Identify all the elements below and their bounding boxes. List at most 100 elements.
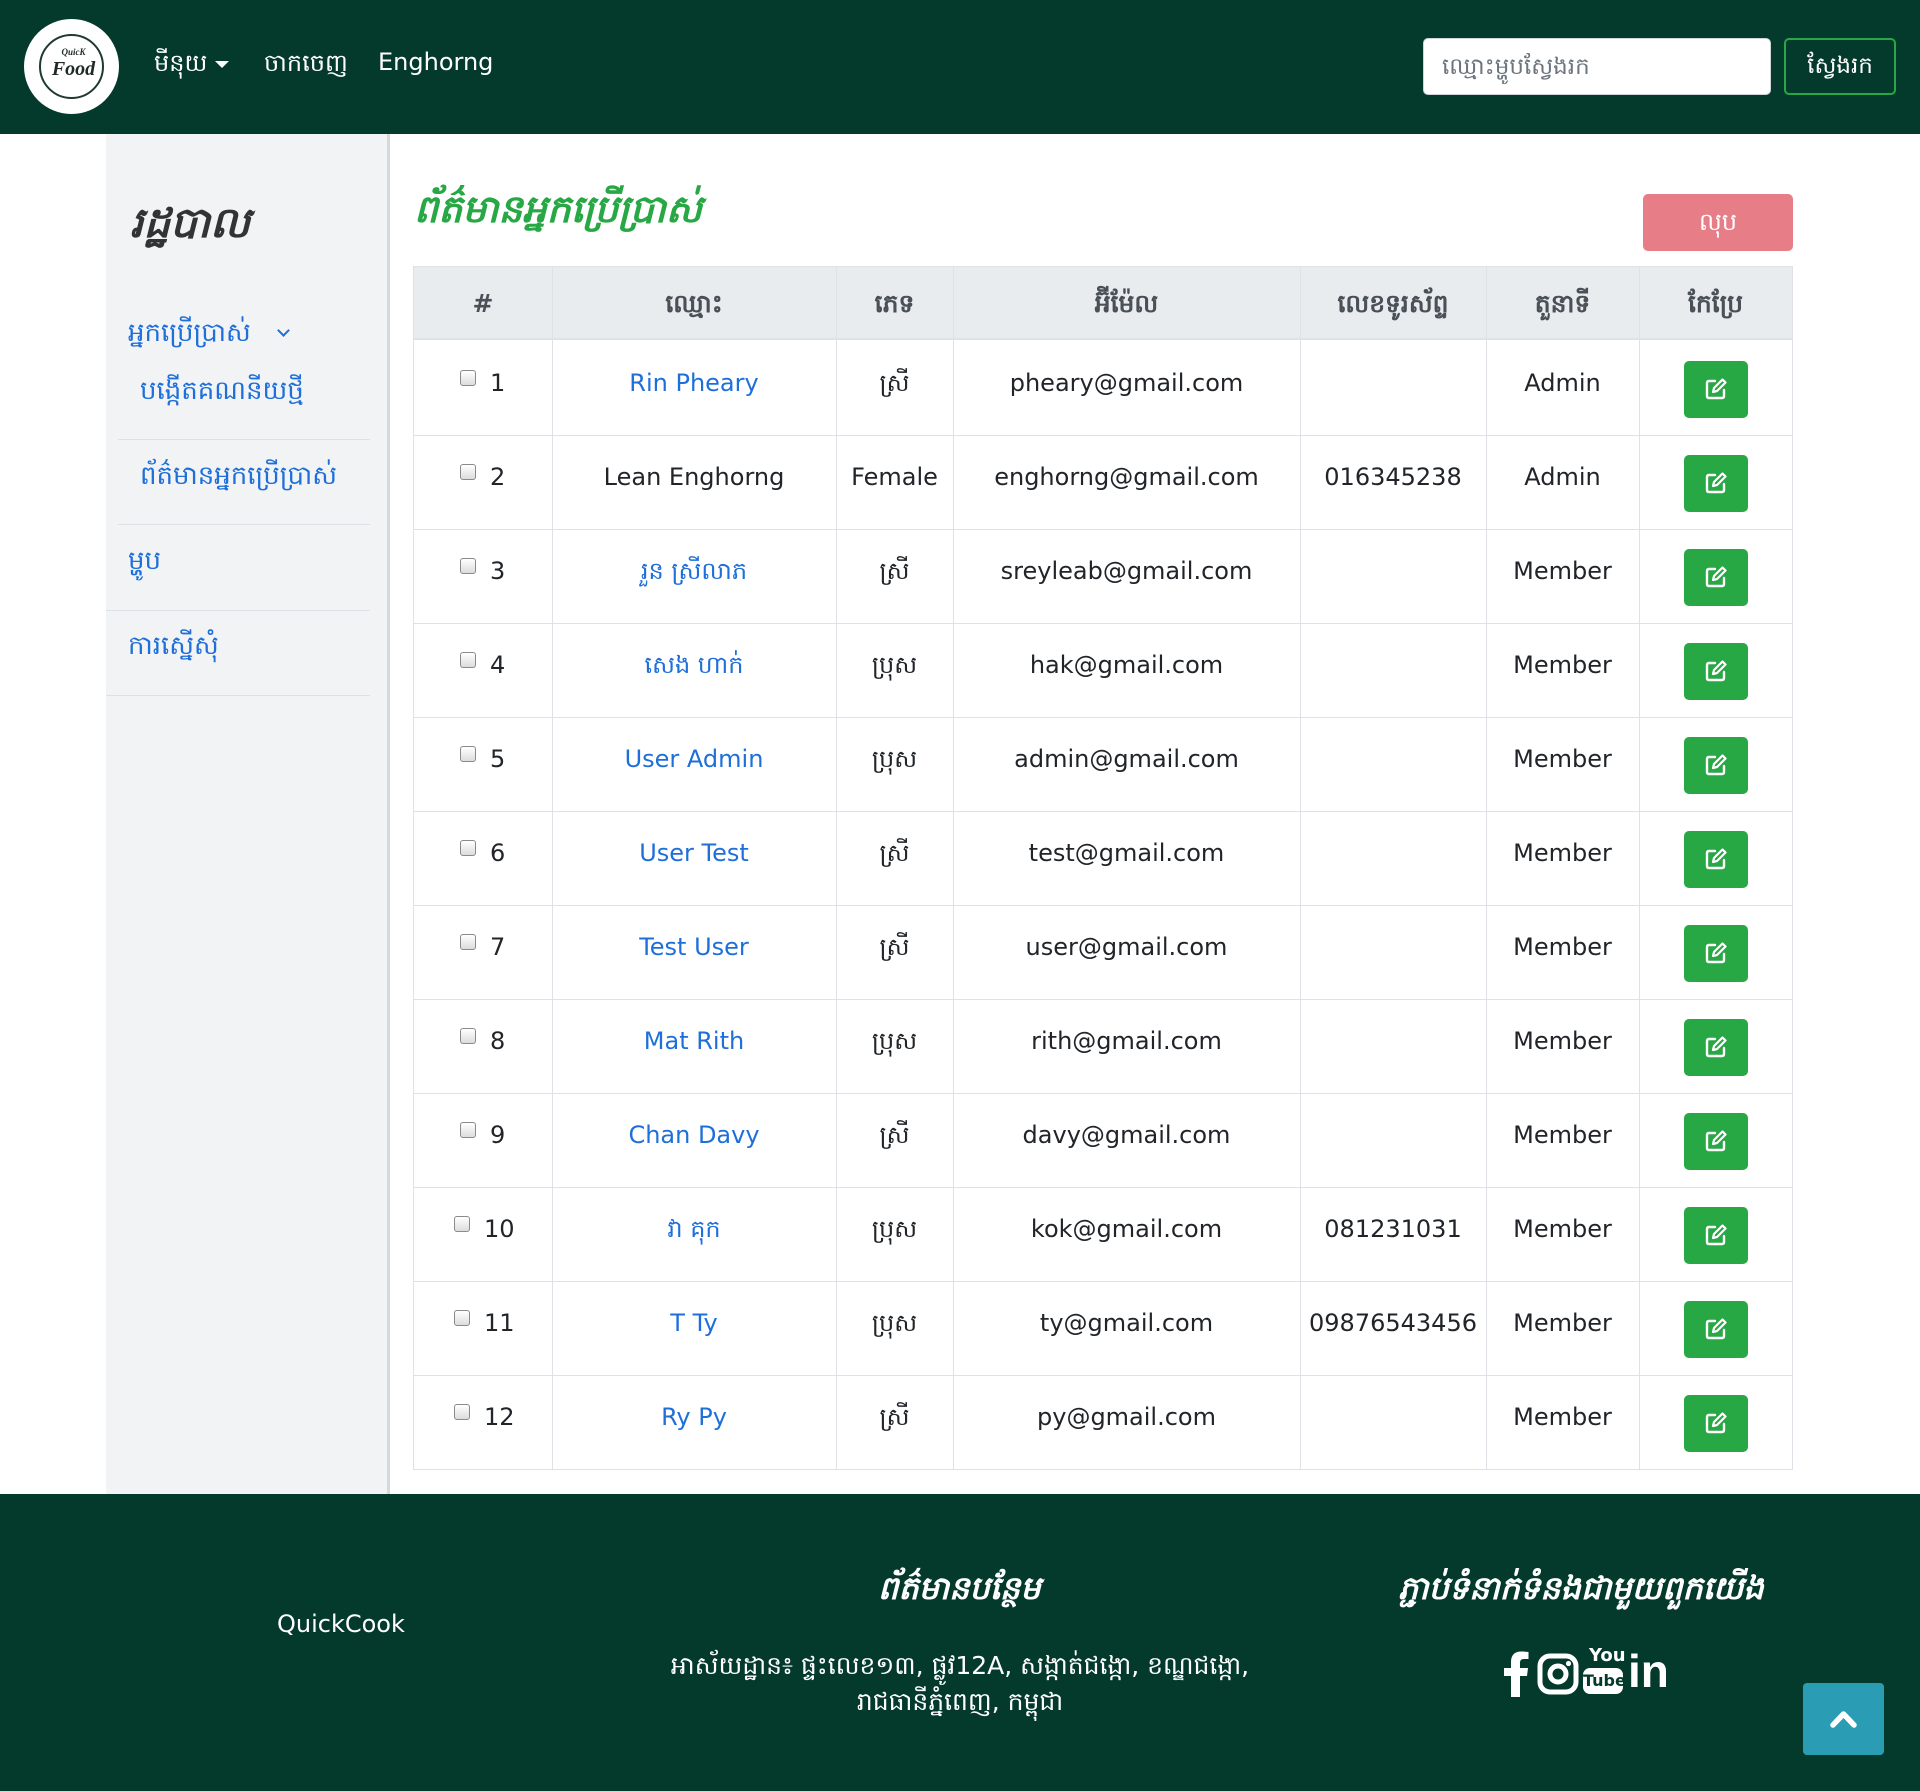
sidebar-title: រដ្ឋបាល (130, 198, 250, 247)
footer-brand[interactable]: QuickCook (277, 1610, 405, 1638)
row-number: 6 (490, 839, 506, 867)
cell-role: Member (1513, 933, 1612, 961)
page-title: ព័ត៌មានអ្នកប្រើប្រាស់ (414, 186, 702, 231)
edit-button[interactable] (1684, 1395, 1748, 1452)
footer: QuickCook ព័ត៌មានបន្ថែម អាស័យដ្ឋាន៖ ផ្ទះ… (0, 1494, 1920, 1791)
row-checkbox[interactable] (454, 1404, 470, 1420)
logo-big-text: Food (51, 58, 96, 80)
sidebar-item-food[interactable]: ម្ហូប (128, 544, 161, 582)
top-navbar: QuicK Food មីនុយ ចាកចេញ Enghorng ស្វែងរក (0, 0, 1920, 134)
search-button[interactable]: ស្វែងរក (1784, 38, 1896, 95)
edit-button[interactable] (1684, 925, 1748, 982)
cell-role: Member (1513, 1403, 1612, 1431)
column-header-email: អ៊ីម៉ែល (1094, 289, 1159, 318)
column-divider (953, 267, 954, 1469)
cell-name[interactable]: Mat Rith (552, 1000, 836, 1053)
cell-name[interactable]: រួន ស្រីលាភ (552, 530, 836, 583)
cell-name[interactable]: Test User (552, 906, 836, 959)
linkedin-icon[interactable]: in (1628, 1645, 1669, 1697)
youtube-icon[interactable]: You Tube (1583, 1645, 1626, 1700)
edit-button[interactable] (1684, 549, 1748, 606)
cell-phone (1300, 342, 1486, 371)
cell-phone (1300, 1000, 1486, 1029)
sidebar-item-requests[interactable]: ការស្នើសុំ (128, 629, 219, 667)
edit-icon (1705, 1036, 1727, 1058)
row-checkbox[interactable] (460, 1122, 476, 1138)
row-checkbox[interactable] (460, 652, 476, 668)
row-checkbox[interactable] (460, 370, 476, 386)
row-number: 7 (490, 933, 506, 961)
cell-gender: ប្រុស (871, 1027, 918, 1055)
edit-icon (1705, 754, 1727, 776)
column-header-gender: ភេទ (874, 289, 915, 318)
row-checkbox[interactable] (454, 1310, 470, 1326)
column-divider (1486, 267, 1487, 1469)
edit-button[interactable] (1684, 737, 1748, 794)
cell-name[interactable]: User Admin (552, 718, 836, 771)
edit-icon (1705, 942, 1727, 964)
row-checkbox[interactable] (460, 558, 476, 574)
cell-role: Admin (1524, 463, 1601, 491)
row-number: 10 (484, 1215, 515, 1243)
edit-button[interactable] (1684, 1113, 1748, 1170)
column-divider (1300, 267, 1301, 1469)
sidebar-item-users[interactable]: អ្នកប្រើប្រាស់ (128, 316, 290, 354)
username-link[interactable]: Enghorng (378, 48, 493, 76)
cell-phone (1300, 718, 1486, 747)
logo[interactable]: QuicK Food (24, 19, 119, 114)
edit-button[interactable] (1684, 831, 1748, 888)
row-checkbox[interactable] (460, 1028, 476, 1044)
cell-name[interactable]: Rin Pheary (552, 342, 836, 395)
sidebar-divider (106, 610, 370, 611)
sidebar-item-user-info[interactable]: ព័ត៌មានអ្នកប្រើប្រាស់ (140, 459, 337, 497)
cell-gender: ប្រុស (871, 1215, 918, 1243)
cell-name[interactable]: Ry Py (552, 1376, 836, 1429)
sidebar: រដ្ឋបាល អ្នកប្រើប្រាស់ បង្កើតគណនីយថ្មី ព… (106, 134, 388, 1494)
row-checkbox[interactable] (460, 746, 476, 762)
column-divider (1639, 267, 1640, 1469)
edit-button[interactable] (1684, 1207, 1748, 1264)
youtube-top-text: You (1589, 1645, 1626, 1666)
edit-button[interactable] (1684, 455, 1748, 512)
table-row: 4 សេង ហាក់ ប្រុស hak@gmail.com Member (414, 624, 1792, 718)
arrow-up-icon (1830, 1711, 1857, 1728)
row-checkbox[interactable] (460, 840, 476, 856)
edit-button[interactable] (1684, 643, 1748, 700)
cell-gender: ស្រី (879, 1403, 910, 1431)
menu-dropdown[interactable]: មីនុយ (154, 48, 230, 83)
edit-icon (1705, 660, 1727, 682)
delete-button[interactable]: លុប (1643, 194, 1793, 251)
row-checkbox[interactable] (454, 1216, 470, 1232)
cell-name[interactable]: T Ty (552, 1282, 836, 1335)
facebook-icon[interactable] (1503, 1651, 1529, 1701)
cell-name[interactable]: User Test (552, 812, 836, 865)
instagram-icon[interactable] (1537, 1653, 1579, 1699)
edit-icon (1705, 848, 1727, 870)
sidebar-item-users-label: អ្នកប្រើប្រាស់ (128, 318, 251, 348)
cell-role: Member (1513, 557, 1612, 585)
edit-button[interactable] (1684, 1301, 1748, 1358)
row-checkbox[interactable] (460, 934, 476, 950)
cell-phone (1300, 812, 1486, 841)
row-number: 8 (490, 1027, 506, 1055)
table-row: 11 T Ty ប្រុស ty@gmail.com 09876543456 Member (414, 1282, 1792, 1376)
cell-name[interactable]: វា គុក (552, 1188, 836, 1241)
cell-role: Member (1513, 1309, 1612, 1337)
cell-name[interactable]: សេង ហាក់ (552, 624, 836, 677)
table-row: 9 Chan Davy ស្រី davy@gmail.com Member (414, 1094, 1792, 1188)
cell-name[interactable]: Chan Davy (552, 1094, 836, 1147)
search-input[interactable] (1423, 38, 1771, 95)
logout-link[interactable]: ចាកចេញ (264, 48, 348, 83)
row-checkbox[interactable] (460, 464, 476, 480)
menu-label: មីនុយ (154, 49, 208, 77)
cell-gender: ស្រី (879, 933, 910, 961)
edit-button[interactable] (1684, 361, 1748, 418)
back-to-top-button[interactable] (1803, 1683, 1884, 1755)
table-row: 7 Test User ស្រី user@gmail.com Member (414, 906, 1792, 1000)
cell-email: pheary@gmail.com (1009, 369, 1244, 397)
edit-button[interactable] (1684, 1019, 1748, 1076)
table-row: 12 Ry Py ស្រី py@gmail.com Member (414, 1376, 1792, 1470)
sidebar-item-create-account[interactable]: បង្កើតគណនីយថ្មី (140, 374, 304, 412)
table-row: 5 User Admin ប្រុស admin@gmail.com Member (414, 718, 1792, 812)
row-number: 2 (490, 463, 506, 491)
